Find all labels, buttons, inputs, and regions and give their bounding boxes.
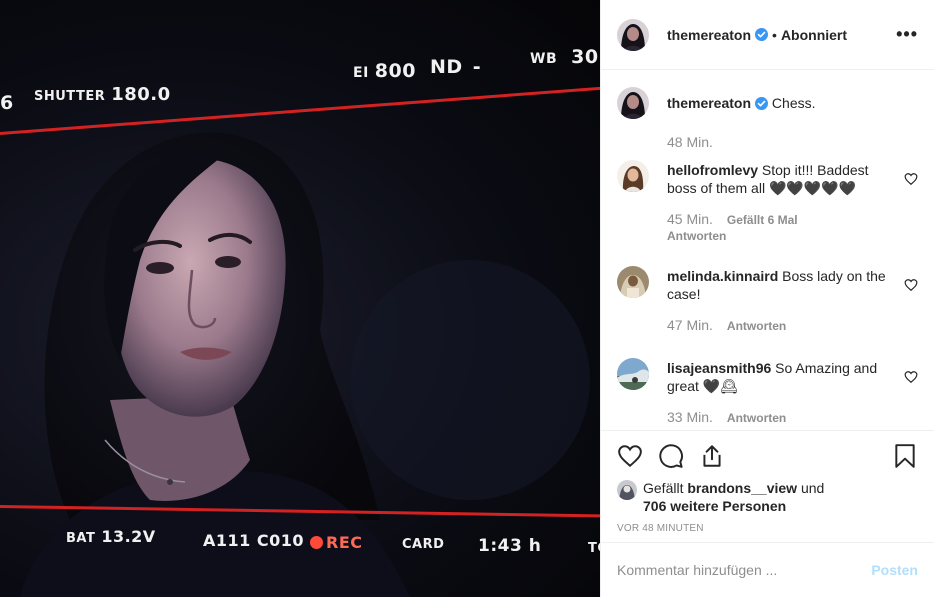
hud-nd-value: -	[472, 56, 482, 78]
hud-card-label: CARD	[402, 537, 445, 552]
comment-likes-count[interactable]: Gefällt 6 Mal	[727, 213, 798, 227]
header-separator: •	[772, 26, 777, 43]
post-header: themereaton • Abonniert •••	[601, 0, 934, 70]
comment-like-heart-icon[interactable]	[904, 370, 918, 384]
comment-item: hellofromlevy Stop it!!! Baddest boss of…	[617, 160, 918, 244]
liker-username[interactable]: brandons__view	[687, 480, 797, 496]
hud-iso-fragment: 6	[0, 92, 14, 114]
comment-input[interactable]	[617, 562, 872, 578]
hud-clip-id: A111 C010	[203, 531, 304, 550]
hud-shutter-value: 180.0	[111, 84, 171, 105]
more-options-icon[interactable]: •••	[896, 24, 918, 45]
liker-avatar[interactable]	[617, 480, 637, 500]
action-icons	[617, 441, 918, 471]
comment-icon[interactable]	[658, 443, 684, 469]
hud-card-value: 1:43 h	[478, 536, 542, 556]
author-username[interactable]: themereaton	[667, 27, 751, 43]
caption-meta: 48 Min.	[667, 134, 918, 150]
caption-username[interactable]: themereaton	[667, 95, 751, 111]
rec-dot-icon	[310, 536, 323, 549]
hud-shutter: SHUTTER 180.0	[34, 84, 171, 105]
hud-shutter-label: SHUTTER	[34, 89, 106, 104]
post-actions: Gefällt brandons__view und 706 weitere P…	[601, 430, 934, 534]
post-photo[interactable]: 6 SHUTTER 180.0 EI 800 ND - WB 30 BAT 13.2V A…	[0, 0, 600, 597]
likes-connector: und	[800, 480, 825, 496]
post-comment-button[interactable]: Posten	[871, 562, 918, 578]
comment-time: 33 Min.	[667, 409, 713, 425]
comment-meta: 45 Min. Gefällt 6 Mal Antworten	[667, 211, 888, 244]
hud-nd: ND -	[430, 56, 481, 78]
hud-battery-label: BAT	[66, 531, 96, 546]
likes-others-count[interactable]: 706 weitere Personen	[643, 498, 786, 514]
reply-button[interactable]: Antworten	[667, 228, 888, 244]
commenter-avatar[interactable]	[617, 266, 649, 298]
comment-time: 47 Min.	[667, 317, 713, 333]
hud-nd-label: ND	[430, 56, 463, 78]
comment-like-heart-icon[interactable]	[904, 278, 918, 292]
comment-composer: Posten	[601, 542, 934, 597]
author-avatar[interactable]	[617, 18, 649, 51]
verified-badge-icon	[755, 97, 769, 110]
comment-username[interactable]: lisajeansmith96	[667, 360, 771, 376]
comment-like-heart-icon[interactable]	[904, 172, 918, 186]
hud-wb: WB 30	[530, 46, 599, 68]
hud-rec: REC	[310, 533, 363, 552]
likes-summary: Gefällt brandons__view und 706 weitere P…	[617, 479, 918, 515]
comment-username[interactable]: melinda.kinnaird	[667, 268, 778, 284]
follow-status-button[interactable]: Abonniert	[781, 27, 847, 43]
comments-list[interactable]: themereaton Chess. 48 Min. hellofromlevy…	[601, 71, 934, 430]
comment-meta: 47 Min. Antworten	[667, 317, 888, 334]
caption: themereaton Chess.	[617, 87, 918, 134]
hud-battery-value: 13.2V	[101, 527, 156, 546]
verified-badge-icon	[755, 28, 769, 41]
caption-time: 48 Min.	[667, 134, 713, 150]
bookmark-icon[interactable]	[892, 443, 918, 469]
hud-wb-label: WB	[530, 51, 558, 67]
reply-button[interactable]: Antworten	[727, 319, 786, 333]
hud-wb-value: 30	[571, 46, 599, 68]
post-side-panel: themereaton • Abonniert ••• themereaton …	[600, 0, 934, 597]
heart-icon[interactable]	[617, 443, 643, 469]
reply-button[interactable]: Antworten	[727, 411, 786, 425]
caption-author-avatar[interactable]	[617, 87, 649, 119]
hud-battery: BAT 13.2V	[66, 527, 156, 546]
hud-ei-label: EI	[353, 65, 369, 81]
comment-time: 45 Min.	[667, 211, 713, 227]
hud-rec-label: REC	[326, 533, 363, 552]
hud-tc-fragment: TC	[588, 541, 600, 556]
likes-prefix: Gefällt	[643, 480, 684, 496]
comment-item: melinda.kinnaird Boss lady on the case! …	[617, 266, 918, 334]
commenter-avatar[interactable]	[617, 160, 649, 192]
share-icon[interactable]	[699, 443, 725, 469]
comment-meta: 33 Min. Antworten	[667, 409, 888, 426]
hud-ei-value: 800	[374, 60, 416, 82]
commenter-avatar[interactable]	[617, 358, 649, 390]
post-timestamp[interactable]: VOR 48 MINUTEN	[617, 523, 918, 534]
hud-ei: EI 800	[353, 60, 416, 82]
instagram-post-view: 6 SHUTTER 180.0 EI 800 ND - WB 30 BAT 13.2V A…	[0, 0, 934, 597]
comment-item: lisajeansmith96 So Amazing and great 🖤🕰 …	[617, 358, 918, 426]
comment-username[interactable]: hellofromlevy	[667, 162, 758, 178]
caption-text: Chess.	[771, 95, 816, 111]
